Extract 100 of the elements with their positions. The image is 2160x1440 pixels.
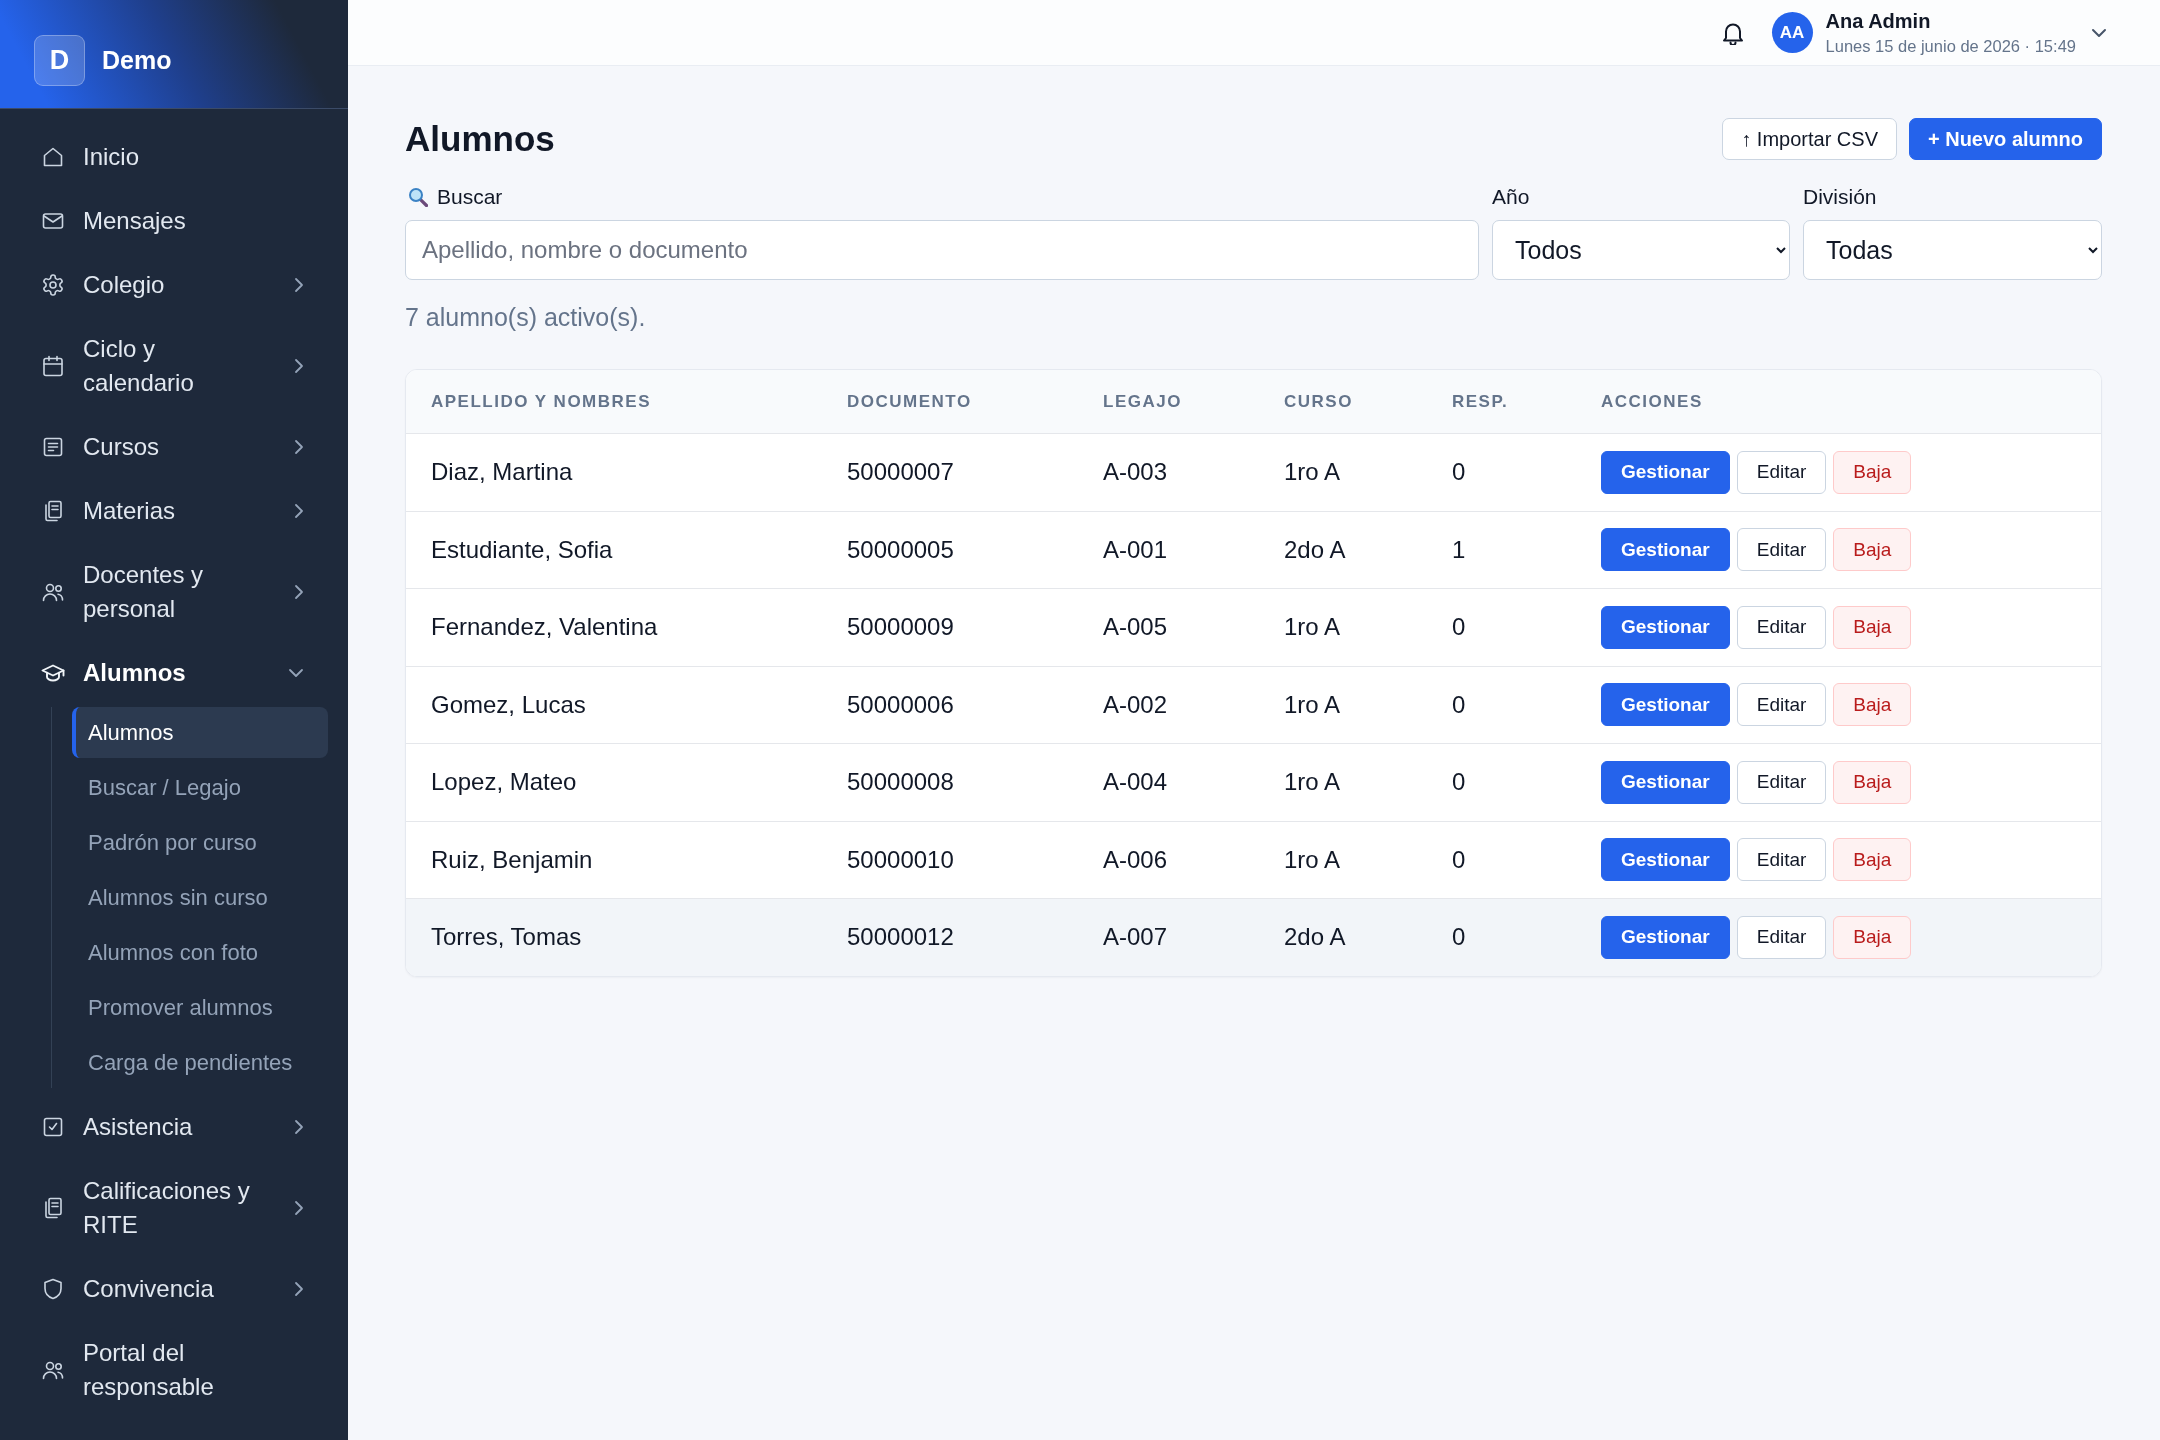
manage-button[interactable]: Gestionar bbox=[1601, 838, 1730, 882]
deactivate-button[interactable]: Baja bbox=[1833, 683, 1912, 727]
submenu-item[interactable]: Carga de pendientes bbox=[72, 1037, 328, 1088]
manage-button[interactable]: Gestionar bbox=[1601, 450, 1730, 494]
submenu-item[interactable]: Alumnos bbox=[72, 707, 328, 758]
manage-button[interactable]: Gestionar bbox=[1601, 683, 1730, 727]
shield-icon bbox=[41, 1277, 65, 1301]
document-number: 50000007 bbox=[847, 458, 954, 486]
nav-item[interactable]: Materias bbox=[0, 479, 348, 543]
deactivate-button[interactable]: Baja bbox=[1833, 450, 1912, 494]
deactivate-button[interactable]: Baja bbox=[1833, 915, 1912, 959]
nav-item[interactable]: Mensajes bbox=[0, 189, 348, 253]
manage-button[interactable]: Gestionar bbox=[1601, 760, 1730, 804]
calendar-icon bbox=[41, 354, 65, 378]
manage-button[interactable]: Gestionar bbox=[1601, 605, 1730, 649]
document-number: 50000010 bbox=[847, 845, 954, 873]
guardian-count: 0 bbox=[1452, 613, 1466, 641]
submenu-item[interactable]: Buscar / Legajo bbox=[72, 762, 328, 813]
document-number: 50000009 bbox=[847, 613, 954, 641]
record-number: A-005 bbox=[1103, 613, 1168, 641]
column-header: RESP. bbox=[1452, 391, 1509, 411]
nav-item[interactable]: Alumnos bbox=[0, 641, 348, 705]
document-number: 50000006 bbox=[847, 690, 954, 718]
document-icon bbox=[41, 435, 65, 459]
search-field[interactable]: Apellido, nombre o documento bbox=[405, 220, 1479, 280]
manage-button[interactable]: Gestionar bbox=[1601, 528, 1730, 572]
student-name: Fernandez, Valentina bbox=[431, 613, 658, 641]
nav-item[interactable]: Colegio bbox=[0, 253, 348, 317]
guardian-count: 1 bbox=[1452, 535, 1466, 563]
course-label: 1ro A bbox=[1284, 690, 1341, 718]
deactivate-button[interactable]: Baja bbox=[1833, 605, 1912, 649]
edit-button[interactable]: Editar bbox=[1736, 838, 1827, 882]
import-button[interactable]: ↑ Importar CSV bbox=[1722, 118, 1897, 160]
field-label: División bbox=[1803, 185, 1877, 209]
course-label: 1ro A bbox=[1284, 768, 1341, 796]
deactivate-button[interactable]: Baja bbox=[1833, 528, 1912, 572]
logo-badge: D bbox=[34, 34, 85, 86]
student-name: Lopez, Mateo bbox=[431, 768, 577, 796]
settings-icon bbox=[41, 273, 65, 297]
document-number: 50000012 bbox=[847, 923, 954, 951]
course-label: 1ro A bbox=[1284, 613, 1341, 641]
deactivate-button[interactable]: Baja bbox=[1833, 760, 1912, 804]
course-label: 2do A bbox=[1284, 535, 1346, 563]
chevron-down-icon[interactable] bbox=[2091, 27, 2107, 38]
checkbox-icon bbox=[41, 1115, 65, 1139]
nav-item[interactable]: Docentes y personal bbox=[0, 543, 348, 641]
student-name: Gomez, Lucas bbox=[431, 690, 586, 718]
guardian-count: 0 bbox=[1452, 768, 1466, 796]
student-name: Estudiante, Sofia bbox=[431, 535, 613, 563]
field-label: Año bbox=[1492, 185, 1530, 209]
edit-button[interactable]: Editar bbox=[1736, 683, 1827, 727]
filter-select[interactable]: Todos bbox=[1492, 220, 1790, 280]
deactivate-button[interactable]: Baja bbox=[1833, 838, 1912, 882]
page-title: Alumnos bbox=[405, 118, 555, 160]
home-icon bbox=[41, 145, 65, 169]
result-count: 7 alumno(s) activo(s). bbox=[405, 302, 647, 332]
document-number: 50000005 bbox=[847, 535, 954, 563]
guardian-count: 0 bbox=[1452, 845, 1466, 873]
edit-button[interactable]: Editar bbox=[1736, 915, 1827, 959]
column-header: ACCIONES bbox=[1601, 391, 1703, 411]
avatar[interactable]: AA bbox=[1771, 12, 1813, 53]
student-name: Ruiz, Benjamin bbox=[431, 845, 593, 873]
manage-button[interactable]: Gestionar bbox=[1601, 915, 1730, 959]
edit-button[interactable]: Editar bbox=[1736, 760, 1827, 804]
nav-item[interactable]: Convivencia bbox=[0, 1257, 348, 1321]
search-icon bbox=[408, 187, 428, 207]
field-label: Buscar bbox=[437, 185, 503, 209]
record-number: A-004 bbox=[1103, 768, 1168, 796]
record-number: A-006 bbox=[1103, 845, 1168, 873]
filter-select[interactable]: Todas bbox=[1803, 220, 2102, 280]
brand-name: Demo bbox=[102, 45, 172, 75]
student-name: Diaz, Martina bbox=[431, 458, 573, 486]
submenu-item[interactable]: Alumnos con foto bbox=[72, 927, 328, 978]
nav-item[interactable]: Portal del responsable bbox=[0, 1321, 348, 1419]
date-time: Lunes 15 de junio de 2026 · 15:49 bbox=[1825, 35, 2076, 57]
user-name: Ana Admin bbox=[1825, 8, 1932, 33]
new-student-button[interactable]: + Nuevo alumno bbox=[1908, 118, 2102, 160]
column-header: CURSO bbox=[1284, 391, 1353, 411]
edit-button[interactable]: Editar bbox=[1736, 605, 1827, 649]
submenu-item[interactable]: Padrón por curso bbox=[72, 817, 328, 868]
nav-item[interactable]: Asistencia bbox=[0, 1095, 348, 1159]
nav-item[interactable]: Calificaciones y RITE bbox=[0, 1159, 348, 1257]
submenu-item[interactable]: Promover alumnos bbox=[72, 982, 328, 1033]
course-label: 1ro A bbox=[1284, 458, 1341, 486]
column-header: LEGAJO bbox=[1103, 391, 1182, 411]
edit-button[interactable]: Editar bbox=[1736, 528, 1827, 572]
record-number: A-002 bbox=[1103, 690, 1168, 718]
guardian-count: 0 bbox=[1452, 923, 1466, 951]
column-header: DOCUMENTO bbox=[847, 391, 972, 411]
nav-item[interactable]: Inicio bbox=[0, 125, 348, 189]
nav-item[interactable]: Ciclo y calendario bbox=[0, 317, 348, 415]
column-header: APELLIDO Y NOMBRES bbox=[431, 391, 651, 411]
student-name: Torres, Tomas bbox=[431, 923, 582, 951]
edit-button[interactable]: Editar bbox=[1736, 450, 1827, 494]
record-number: A-007 bbox=[1103, 923, 1168, 951]
course-label: 2do A bbox=[1284, 923, 1346, 951]
submenu-item[interactable]: Alumnos sin curso bbox=[72, 872, 328, 923]
guardian-count: 0 bbox=[1452, 690, 1466, 718]
nav-item[interactable]: Cursos bbox=[0, 415, 348, 479]
record-number: A-003 bbox=[1103, 458, 1168, 486]
